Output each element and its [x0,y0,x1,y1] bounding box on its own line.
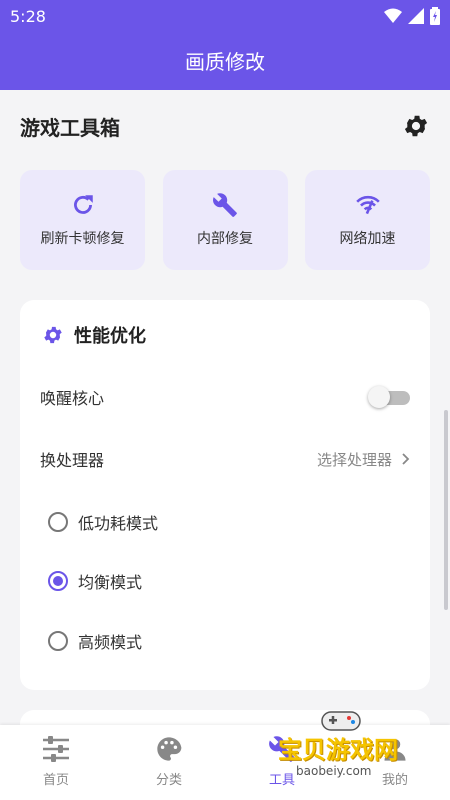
performance-header: 性能优化 [42,322,146,348]
chevron-right-icon [402,453,410,465]
nav-categories[interactable]: 分类 [129,735,209,788]
toggle-thumb [368,386,390,408]
toolbox-title: 游戏工具箱 [20,116,120,140]
wrench-icon [213,193,237,217]
tile-label: 网络加速 [339,231,396,247]
processor-row[interactable]: 换处理器 选择处理器 [40,447,410,471]
radio-button[interactable] [48,512,68,532]
mode-label: 均衡模式 [78,573,143,592]
status-bar: 5:28 [0,0,450,34]
processor-value: 选择处理器 [316,450,392,469]
watermark-text: 宝贝游戏网 [278,736,398,764]
app-bar: 画质修改 [0,34,450,90]
sliders-icon [43,736,69,762]
site-watermark: 宝贝游戏网 baobeiy.com [268,708,438,788]
battery-icon [430,7,440,25]
wake-core-row: 唤醒核心 [40,385,410,409]
mode-label: 低功耗模式 [78,514,159,533]
processor-select[interactable]: 选择处理器 [317,449,410,470]
scrollbar[interactable] [444,410,448,610]
refresh-icon [73,195,93,214]
mode-option-balanced[interactable]: 均衡模式 [48,569,142,593]
tile-refresh-fix[interactable]: 刷新卡顿修复 [20,170,145,270]
status-time: 5:28 [10,7,46,26]
gear-icon [44,326,62,344]
mode-option-high-frequency[interactable]: 高频模式 [48,629,142,653]
palette-icon [157,737,182,761]
quick-tiles: 刷新卡顿修复 内部修复 网络加速 [20,170,430,270]
tile-network-boost[interactable]: 网络加速 [305,170,430,270]
nav-label: 首页 [42,773,69,788]
mode-label: 高频模式 [78,633,143,652]
wifi-signal-icon [384,8,402,23]
mode-option-low-power[interactable]: 低功耗模式 [48,510,158,534]
page-title: 画质修改 [185,50,265,74]
tile-internal-fix[interactable]: 内部修复 [162,170,288,270]
radio-button-selected[interactable] [48,571,68,591]
tile-label: 刷新卡顿修复 [40,231,125,247]
watermark-url: baobeiy.com [296,764,372,778]
status-icons [384,7,440,25]
wifi-icon [355,195,380,215]
settings-gear-icon[interactable] [402,112,430,140]
performance-card: 性能优化 唤醒核心 换处理器 选择处理器 低功耗模式 均衡模式 高频模式 [20,300,430,690]
performance-title: 性能优化 [74,326,146,347]
cell-signal-icon [408,8,424,24]
main-content: 游戏工具箱 刷新卡顿修复 内部修复 网络加速 性能优化 唤醒核心 换处理器 选择… [0,90,450,750]
nav-home[interactable]: 首页 [16,735,96,788]
processor-label: 换处理器 [40,451,105,470]
nav-label: 分类 [155,773,182,788]
wake-core-label: 唤醒核心 [40,389,105,408]
tile-label: 内部修复 [197,231,253,247]
radio-button[interactable] [48,631,68,651]
wake-core-toggle[interactable] [368,386,410,408]
